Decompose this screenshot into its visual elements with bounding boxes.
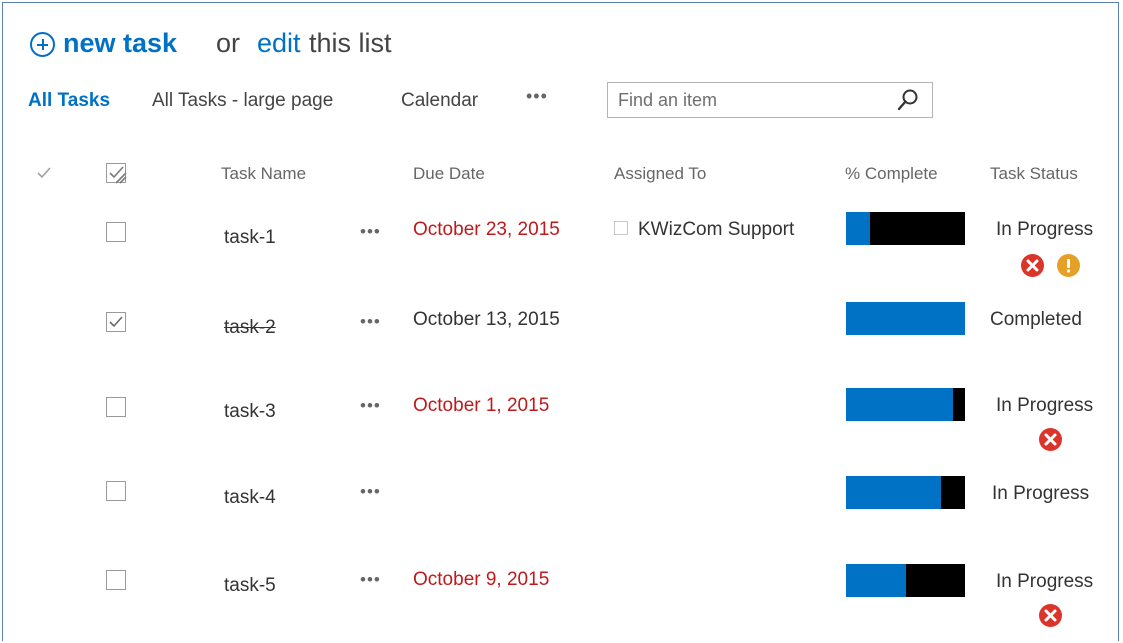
assigned-to-task-1[interactable]: KWizCom Support [614, 218, 794, 242]
row-menu-button-task-3[interactable]: ••• [360, 394, 381, 418]
add-circle-icon[interactable] [30, 32, 55, 57]
progress-fill-task-2 [846, 302, 965, 335]
column-header-assigned-to[interactable]: Assigned To [614, 163, 706, 185]
error-icon [1021, 254, 1044, 277]
row-menu-button-task-2[interactable]: ••• [360, 310, 381, 334]
assigned-to-name[interactable]: KWizCom Support [638, 219, 794, 240]
view-calendar[interactable]: Calendar [401, 88, 478, 114]
view-all-tasks-large-page[interactable]: All Tasks - large page [152, 88, 333, 114]
column-header-task-status[interactable]: Task Status [990, 163, 1078, 185]
progress-fill-task-5 [846, 564, 906, 597]
column-header-percent-complete[interactable]: % Complete [845, 163, 938, 185]
task-status-task-5: In Progress [996, 571, 1094, 592]
column-header-due-date[interactable]: Due Date [413, 163, 485, 185]
due-date-task-5: October 9, 2015 [413, 569, 550, 590]
progress-bar-task-2 [846, 302, 965, 335]
progress-bar-task-5 [846, 564, 965, 597]
checkbox-checkmark-icon [109, 316, 123, 328]
progress-fill-task-3 [846, 388, 954, 421]
task-name-link-task-3[interactable]: task-3 [224, 400, 276, 424]
header-checkbox-icon[interactable] [106, 163, 128, 185]
presence-indicator-icon [614, 221, 628, 235]
edit-list-link[interactable]: edit [257, 26, 301, 60]
progress-fill-task-4 [846, 476, 942, 509]
search-icon[interactable] [896, 88, 920, 112]
task-name-link-task-1[interactable]: task-1 [224, 226, 276, 250]
task-name-link-task-5[interactable]: task-5 [224, 574, 276, 598]
row-checkbox-task-2[interactable] [106, 312, 126, 332]
error-icon [1039, 604, 1062, 627]
header-or-text: or [216, 28, 241, 58]
row-menu-button-task-1[interactable]: ••• [360, 220, 381, 244]
progress-bar-task-3 [846, 388, 965, 421]
row-menu-button-task-4[interactable]: ••• [360, 480, 381, 504]
error-icon [1039, 428, 1062, 451]
due-date-task-3: October 1, 2015 [413, 395, 550, 416]
task-status-task-1: In Progress [996, 219, 1094, 240]
progress-fill-task-1 [846, 212, 870, 245]
task-status-task-3: In Progress [996, 395, 1094, 416]
warning-icon [1057, 254, 1080, 277]
row-checkbox-task-3[interactable] [106, 397, 126, 417]
more-views-button[interactable]: ••• [526, 86, 548, 107]
view-all-tasks[interactable]: All Tasks [28, 88, 110, 114]
header-this-list-text: this list [309, 28, 392, 58]
row-checkbox-task-1[interactable] [106, 222, 126, 242]
row-menu-button-task-5[interactable]: ••• [360, 568, 381, 592]
task-name-link-task-2[interactable]: task-2 [224, 316, 276, 340]
select-all-checkmark-icon[interactable] [36, 165, 52, 181]
progress-bar-task-1 [846, 212, 965, 245]
row-checkbox-task-5[interactable] [106, 570, 126, 590]
due-date-task-2: October 13, 2015 [413, 309, 560, 330]
task-name-link-task-4[interactable]: task-4 [224, 486, 276, 510]
search-input[interactable] [607, 82, 933, 118]
new-task-link[interactable]: new task [63, 26, 177, 60]
progress-bar-task-4 [846, 476, 965, 509]
due-date-task-1: October 23, 2015 [413, 219, 560, 240]
column-header-task-name[interactable]: Task Name [221, 163, 306, 185]
row-checkbox-task-4[interactable] [106, 481, 126, 501]
task-status-task-4: In Progress [992, 483, 1090, 504]
task-status-task-2: Completed [990, 309, 1082, 330]
